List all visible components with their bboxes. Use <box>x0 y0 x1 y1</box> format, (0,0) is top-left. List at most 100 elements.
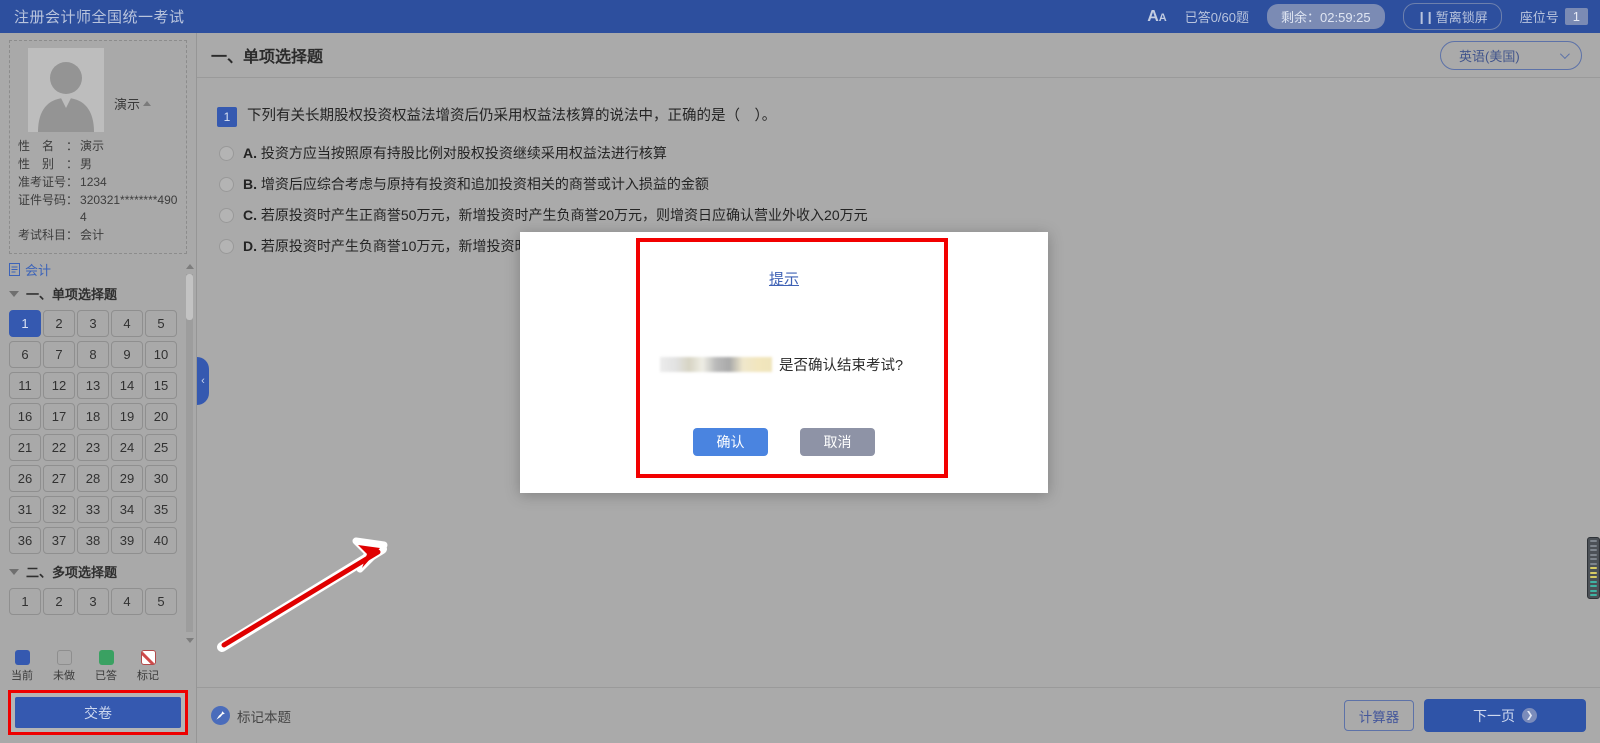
sidebar-scrollbar[interactable] <box>185 260 194 646</box>
nav-section-label: 一、单项选择题 <box>26 287 118 302</box>
calculator-button[interactable]: 计算器 <box>1344 700 1414 731</box>
question-button-3[interactable]: 3 <box>77 310 109 337</box>
footer-actions: 计算器 下一页 ❯ <box>1344 699 1586 732</box>
question-button-19[interactable]: 19 <box>111 403 143 430</box>
question-button-1[interactable]: 1 <box>9 310 41 337</box>
question-button-5[interactable]: 5 <box>145 310 177 337</box>
chevron-down-icon <box>9 568 19 575</box>
profile-name-toggle[interactable]: 演示 <box>114 94 152 113</box>
question-button-18[interactable]: 18 <box>77 403 109 430</box>
profile-value: 会计 <box>80 228 105 242</box>
question-button-5[interactable]: 5 <box>145 588 177 615</box>
option-body: 增资后应综合考虑与原持有投资和追加投资相关的商誉或计入损益的金额 <box>260 176 709 192</box>
question-button-28[interactable]: 28 <box>77 465 109 492</box>
question-button-31[interactable]: 31 <box>9 496 41 523</box>
language-select[interactable]: 英语(美国) <box>1440 40 1582 70</box>
option-letter: B. <box>243 176 257 192</box>
question-button-10[interactable]: 10 <box>145 341 177 368</box>
question-button-13[interactable]: 13 <box>77 372 109 399</box>
option-c[interactable]: C. 若原投资时产生正商誉50万元，新增投资时产生负商誉20万元，则增资日应确认… <box>217 200 1580 231</box>
question-button-30[interactable]: 30 <box>145 465 177 492</box>
question-button-11[interactable]: 11 <box>9 372 41 399</box>
question-button-23[interactable]: 23 <box>77 434 109 461</box>
meter-segment <box>1590 558 1597 560</box>
question-button-38[interactable]: 38 <box>77 527 109 554</box>
radio-icon[interactable] <box>219 146 234 161</box>
question-button-2[interactable]: 2 <box>43 588 75 615</box>
option-body: 若原投资时产生负商誉10万元，新增投资时 <box>260 238 529 254</box>
sidebar-collapse-handle[interactable]: ‹ <box>197 357 209 405</box>
legend-item-current: 当前 <box>8 650 36 683</box>
option-a[interactable]: A. 投资方应当按照原有持股比例对股权投资继续采用权益法进行核算 <box>217 138 1580 169</box>
question-button-4[interactable]: 4 <box>111 310 143 337</box>
font-size-icon[interactable]: AA <box>1147 8 1167 26</box>
question-button-35[interactable]: 35 <box>145 496 177 523</box>
question-button-1[interactable]: 1 <box>9 588 41 615</box>
profile-key: 性 别 ： <box>18 157 79 171</box>
question-button-17[interactable]: 17 <box>43 403 75 430</box>
question-grid-2[interactable]: 12345 <box>9 588 196 615</box>
confirm-button[interactable]: 确认 <box>693 428 768 456</box>
question-button-14[interactable]: 14 <box>111 372 143 399</box>
lock-screen-button[interactable]: ❙❙ 暂离锁屏 <box>1402 3 1502 30</box>
legend-label: 当前 <box>11 670 33 682</box>
meter-segment <box>1590 553 1597 556</box>
question-button-36[interactable]: 36 <box>9 527 41 554</box>
option-body: 投资方应当按照原有持股比例对股权投资继续采用权益法进行核算 <box>260 145 667 161</box>
question-button-8[interactable]: 8 <box>77 341 109 368</box>
question-button-9[interactable]: 9 <box>111 341 143 368</box>
question-button-2[interactable]: 2 <box>43 310 75 337</box>
submit-highlight-box: 交卷 <box>8 690 188 735</box>
option-b[interactable]: B. 增资后应综合考虑与原持有投资和追加投资相关的商誉或计入损益的金额 <box>217 169 1580 200</box>
chevron-down-icon <box>1559 48 1570 59</box>
meter-segment <box>1590 585 1597 587</box>
question-button-15[interactable]: 15 <box>145 372 177 399</box>
profile-value: 1234 <box>80 175 107 189</box>
submit-exam-button[interactable]: 交卷 <box>15 697 181 728</box>
question-button-21[interactable]: 21 <box>9 434 41 461</box>
scroll-up-icon[interactable] <box>185 260 194 272</box>
scrollbar-track[interactable] <box>186 274 193 632</box>
question-button-12[interactable]: 12 <box>43 372 75 399</box>
question-button-34[interactable]: 34 <box>111 496 143 523</box>
question-button-6[interactable]: 6 <box>9 341 41 368</box>
question-navigator[interactable]: 会计 一、单项选择题 1 2 3 4 5 6 7 8 9 10 11 12 13 14 15 16 17 18 19… <box>0 260 196 646</box>
cancel-button[interactable]: 取消 <box>800 428 875 456</box>
question-button-32[interactable]: 32 <box>43 496 75 523</box>
submit-zone: 交卷 <box>0 685 196 743</box>
question-button-33[interactable]: 33 <box>77 496 109 523</box>
answered-count: 已答0/60题 <box>1184 10 1250 25</box>
scrollbar-thumb[interactable] <box>186 274 193 320</box>
question-button-25[interactable]: 25 <box>145 434 177 461</box>
radio-icon[interactable] <box>219 177 234 192</box>
question-button-26[interactable]: 26 <box>9 465 41 492</box>
remaining-timer: 剩余：02:59:25 <box>1267 4 1385 29</box>
mark-question-label: 标记本题 <box>237 709 291 725</box>
question-button-3[interactable]: 3 <box>77 588 109 615</box>
question-button-24[interactable]: 24 <box>111 434 143 461</box>
redacted-text <box>660 357 772 372</box>
mark-question-button[interactable]: 标记本题 <box>211 706 291 726</box>
option-letter: A. <box>243 145 257 161</box>
nav-section-header-1[interactable]: 一、单项选择题 <box>9 284 196 303</box>
question-button-39[interactable]: 39 <box>111 527 143 554</box>
legend-swatch-marked <box>140 650 156 665</box>
question-button-7[interactable]: 7 <box>43 341 75 368</box>
main-header: 一、单项选择题 英语(美国) <box>197 33 1600 78</box>
question-button-37[interactable]: 37 <box>43 527 75 554</box>
app-header: 注册会计师全国统一考试 AA 已答0/60题 剩余：02:59:25 ❙❙ 暂离… <box>0 0 1600 33</box>
question-grid-1[interactable]: 1 2 3 4 5 6 7 8 9 10 11 12 13 14 15 16 17 18 19 20 21 22 23 24 2… <box>9 310 196 554</box>
question-button-4[interactable]: 4 <box>111 588 143 615</box>
radio-icon[interactable] <box>219 239 234 254</box>
nav-section-header-2[interactable]: 二、多项选择题 <box>9 562 196 581</box>
question-button-22[interactable]: 22 <box>43 434 75 461</box>
question-button-40[interactable]: 40 <box>145 527 177 554</box>
scroll-down-icon[interactable] <box>185 634 194 646</box>
confirm-dialog: 提示 是否确认结束考试? 确认 取消 <box>520 232 1048 493</box>
question-button-16[interactable]: 16 <box>9 403 41 430</box>
question-button-29[interactable]: 29 <box>111 465 143 492</box>
question-button-27[interactable]: 27 <box>43 465 75 492</box>
radio-icon[interactable] <box>219 208 234 223</box>
next-page-button[interactable]: 下一页 ❯ <box>1424 699 1586 732</box>
question-button-20[interactable]: 20 <box>145 403 177 430</box>
